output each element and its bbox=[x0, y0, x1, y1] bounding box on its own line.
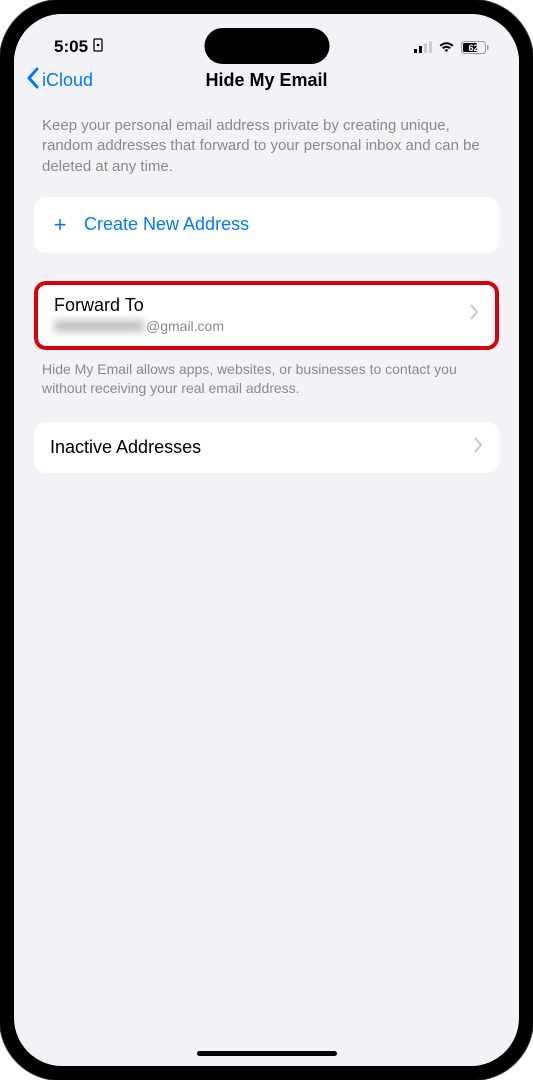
portrait-lock-icon bbox=[92, 37, 104, 57]
description-text: Keep your personal email address private… bbox=[34, 98, 499, 197]
cellular-signal-icon bbox=[414, 41, 432, 53]
battery-icon: 62 bbox=[461, 41, 489, 54]
dynamic-island bbox=[204, 28, 329, 64]
phone-frame: 5:05 bbox=[0, 0, 533, 1080]
content-area: Keep your personal email address private… bbox=[14, 98, 519, 473]
chevron-right-icon bbox=[470, 304, 479, 325]
create-new-address-button[interactable]: + Create New Address bbox=[34, 197, 499, 253]
forward-to-email: @gmail.com bbox=[54, 318, 224, 334]
email-suffix: @gmail.com bbox=[146, 318, 224, 334]
create-address-label: Create New Address bbox=[84, 214, 249, 235]
status-icons: 62 bbox=[414, 41, 489, 54]
inactive-addresses-button[interactable]: Inactive Addresses bbox=[34, 422, 499, 473]
forward-to-title: Forward To bbox=[54, 295, 224, 316]
forward-to-button[interactable]: Forward To @gmail.com bbox=[34, 281, 499, 350]
plus-icon: + bbox=[50, 212, 70, 238]
inactive-addresses-title: Inactive Addresses bbox=[50, 437, 201, 458]
page-title: Hide My Email bbox=[205, 70, 327, 91]
svg-text:62: 62 bbox=[468, 43, 478, 53]
chevron-left-icon bbox=[26, 67, 40, 94]
chevron-right-icon bbox=[474, 437, 483, 458]
back-button[interactable]: iCloud bbox=[26, 67, 93, 94]
status-time: 5:05 bbox=[54, 37, 104, 57]
wifi-icon bbox=[438, 41, 455, 53]
time-text: 5:05 bbox=[54, 37, 88, 57]
nav-bar: iCloud Hide My Email bbox=[14, 70, 519, 98]
phone-screen: 5:05 bbox=[14, 14, 519, 1066]
home-indicator[interactable] bbox=[197, 1051, 337, 1056]
back-label: iCloud bbox=[42, 70, 93, 91]
redacted-email-prefix bbox=[54, 320, 144, 332]
forward-to-footer-text: Hide My Email allows apps, websites, or … bbox=[34, 350, 499, 422]
